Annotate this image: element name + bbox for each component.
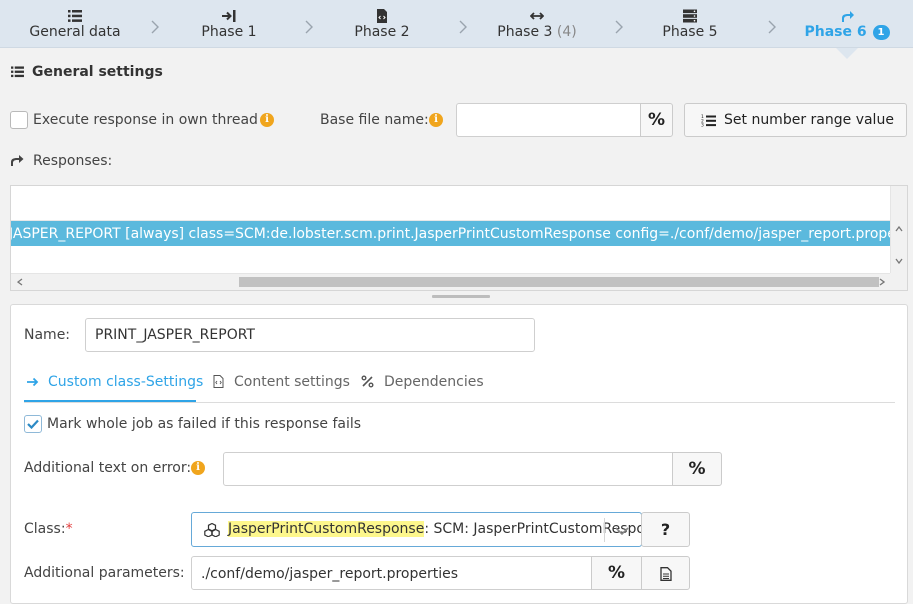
vertical-scrollbar[interactable] [890,186,907,274]
checkmark-icon [27,419,39,429]
resize-handle[interactable] [432,295,490,298]
file-text-icon [660,567,672,581]
ordered-list-icon: 1 2 3 [701,114,716,127]
info-icon[interactable]: i [260,113,274,127]
step-label: Phase 3 (4) [497,24,577,40]
step-phase-5[interactable]: Phase 5 [641,0,739,48]
step-phase-1[interactable]: Phase 1 [180,0,278,48]
step-label: Phase 2 [354,24,410,40]
server-icon [683,9,697,23]
additional-params-input[interactable]: ./conf/demo/jasper_report.properties [191,556,592,590]
step-badge: 1 [872,25,890,40]
button-label: Set number range value [724,112,894,128]
class-label: Class:* [24,521,73,537]
svg-text:3: 3 [701,123,704,127]
step-count: (4) [556,24,577,40]
additional-text-input[interactable] [223,452,673,486]
set-number-range-button[interactable]: 1 2 3 Set number range value [684,103,907,137]
tab-label: Content settings [234,374,350,390]
base-file-variable-button[interactable]: % [640,103,673,137]
file-code-icon [213,375,224,388]
step-phase-2[interactable]: Phase 2 [333,0,431,48]
step-phase-3[interactable]: Phase 3 (4) [486,0,588,48]
step-phase-6[interactable]: Phase 6 1 [792,0,902,48]
scroll-left-icon[interactable] [17,278,23,286]
scrollbar-corner [890,273,907,290]
sign-in-icon [222,10,236,22]
additional-params-label: Additional parameters: [24,565,185,581]
wizard-steps: General data Phase 1 Phase 2 Phase 3 (4)… [0,0,913,48]
chevron-right-icon [615,20,623,34]
name-input[interactable]: PRINT_JASPER_REPORT [85,318,535,352]
chevron-down-icon[interactable] [615,527,629,535]
tabs-divider [24,402,895,403]
file-code-icon [377,9,387,23]
class-help-button[interactable]: ? [641,512,690,547]
tab-label: Dependencies [384,374,484,390]
select-divider [604,518,605,542]
class-description: : SCM: JasperPrintCustomResponse [424,521,641,537]
scroll-down-icon[interactable] [895,258,903,264]
additional-text-variable-button[interactable]: % [672,452,722,486]
scrollbar-thumb[interactable] [239,277,879,287]
arrow-right-icon [27,377,39,387]
required-marker: * [65,521,73,537]
mark-failed-checkbox[interactable] [24,415,42,433]
base-file-input[interactable] [456,103,641,137]
additional-params-variable-button[interactable]: % [591,556,642,590]
section-title: General settings [32,64,163,80]
chevron-right-icon [305,20,313,34]
step-label: General data [29,24,121,40]
class-select[interactable]: JasperPrintCustomResponse: SCM: JasperPr… [191,512,642,547]
additional-params-edit-button[interactable] [641,556,690,590]
step-label: Phase 6 1 [792,24,902,40]
info-icon[interactable]: i [429,113,443,127]
share-icon [842,11,854,22]
table-row[interactable]: JASPER_REPORT [always] class=SCM:de.lobs… [11,221,891,246]
chevron-right-icon [151,20,159,34]
chevron-right-icon [768,20,776,34]
step-label: Phase 1 [201,24,257,40]
tab-label: Custom class-Settings [48,374,204,390]
scroll-right-icon[interactable] [879,278,885,286]
active-step-indicator [836,48,858,59]
responses-table: JASPER_REPORT [always] class=SCM:de.lobs… [10,185,908,291]
info-icon[interactable]: i [191,461,205,475]
percent-icon [361,375,374,388]
name-label: Name: [24,327,71,343]
horizontal-scrollbar[interactable] [11,273,891,290]
chevron-right-icon [459,20,467,34]
scroll-up-icon[interactable] [895,226,903,232]
step-label: Phase 5 [662,24,718,40]
list-icon [11,66,24,78]
execute-thread-checkbox[interactable] [10,111,28,129]
share-icon [11,155,24,166]
execute-thread-label: Execute response in own thread [33,112,258,128]
cubes-icon [204,523,220,537]
step-general-data[interactable]: General data [20,0,130,48]
additional-text-label: Additional text on error: [24,460,192,476]
list-icon [68,10,82,22]
arrows-horizontal-icon [530,12,544,20]
base-file-label: Base file name: [320,112,429,128]
mark-failed-label: Mark whole job as failed if this respons… [47,416,362,432]
class-name-highlight: JasperPrintCustomResponse [228,521,425,537]
responses-label: Responses: [33,153,113,169]
table-header [11,186,891,221]
